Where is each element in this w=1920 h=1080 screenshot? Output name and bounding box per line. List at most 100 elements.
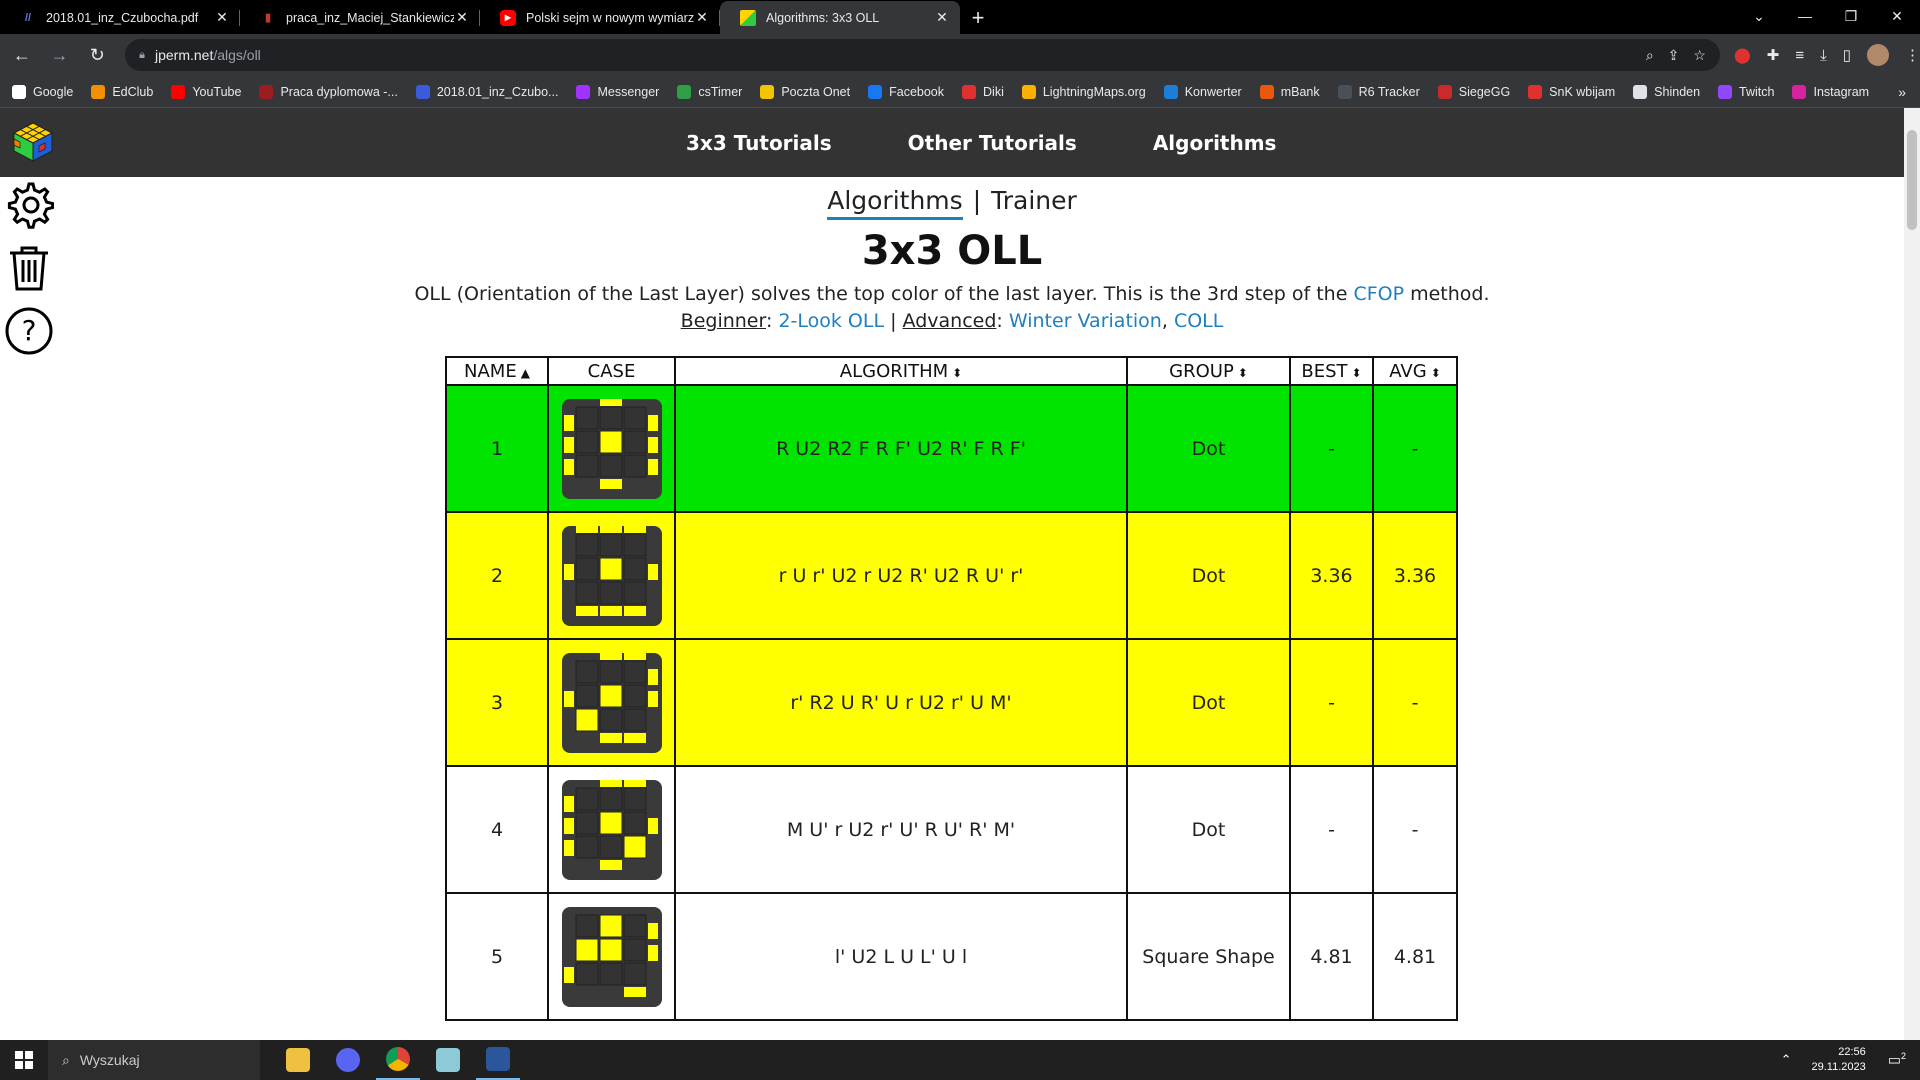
close-icon[interactable]: ✕ (934, 9, 950, 26)
algorithm-text[interactable]: M U' r U2 r' U' R U' R' M' (674, 765, 1128, 894)
bookmark-icon (1633, 84, 1648, 99)
algorithm-text[interactable]: r' R2 U R' U r U2 r' U M' (674, 638, 1128, 767)
new-tab-button[interactable]: + (960, 1, 996, 34)
download-icon[interactable]: ⤓ (1820, 47, 1827, 64)
bookmark-item[interactable]: csTimer (677, 84, 743, 99)
share-icon[interactable]: ⇪ (1668, 47, 1680, 64)
lock-icon[interactable]: 🔒︎ (139, 49, 145, 62)
bookmark-item[interactable]: Google (12, 84, 73, 99)
word-icon[interactable] (476, 1040, 520, 1080)
nav-3x3-tutorials[interactable]: 3x3 Tutorials (686, 131, 832, 155)
bookmarks-overflow-icon[interactable]: » (1898, 84, 1906, 100)
close-icon[interactable]: ✕ (694, 9, 710, 26)
bookmark-item[interactable]: R6 Tracker (1337, 84, 1420, 99)
table-row[interactable]: 5 l' U2 L U L' U l Square Shape 4.81 4.8… (445, 892, 1458, 1021)
header-label: ALGORITHM (839, 360, 949, 382)
vertical-scrollbar[interactable] (1904, 108, 1920, 1040)
taskbar-search[interactable]: ⌕ Wyszukaj (48, 1040, 260, 1080)
url-host: jperm.net (154, 47, 214, 63)
discord-icon[interactable] (326, 1040, 370, 1080)
subnav-trainer[interactable]: Trainer (991, 186, 1077, 215)
address-bar[interactable]: 🔒︎ jperm.net/algs/oll ⌕ ⇪ ☆ (125, 39, 1720, 71)
algorithm-text[interactable]: l' U2 L U L' U l (674, 892, 1128, 1021)
notification-icon[interactable]: ▭2 (1888, 1051, 1906, 1069)
bookmark-label: csTimer (698, 84, 743, 99)
header-name[interactable]: NAME ▲ (445, 356, 549, 386)
beginner-label: Beginner (680, 310, 766, 332)
nav-algorithms[interactable]: Algorithms (1153, 131, 1277, 155)
chevron-up-icon[interactable]: ⌃ (1781, 1052, 1792, 1068)
bookmark-item[interactable]: Instagram (1792, 84, 1869, 99)
group-text: Dot (1126, 384, 1291, 513)
bookmark-item[interactable]: LightningMaps.org (1021, 84, 1146, 99)
subnav-algorithms[interactable]: Algorithms (827, 186, 963, 220)
coll-link[interactable]: COLL (1174, 310, 1223, 332)
header-avg[interactable]: AVG ⬍ (1372, 356, 1458, 386)
tab-pdf[interactable]: // 2018.01_inz_Czubocha.pdf ✕ (0, 1, 240, 34)
bookmark-item[interactable]: mBank (1259, 84, 1320, 99)
bookmark-item[interactable]: YouTube (171, 84, 241, 99)
tab-search-icon[interactable]: ⌄ (1736, 0, 1782, 32)
back-button[interactable]: ← (6, 39, 38, 71)
algorithm-text[interactable]: r U r' U2 r U2 R' U2 R U' r' (674, 511, 1128, 640)
close-window-button[interactable]: ✕ (1874, 0, 1920, 32)
bookmark-star-icon[interactable]: ☆ (1693, 47, 1706, 64)
bookmark-item[interactable]: Poczta Onet (760, 84, 850, 99)
table-row[interactable]: 3 r' R2 U R' U r U2 r' U M' Dot - - (445, 638, 1458, 767)
bookmark-item[interactable]: 2018.01_inz_Czubo... (415, 84, 558, 99)
header-group[interactable]: GROUP ⬍ (1126, 356, 1291, 386)
file-explorer-icon[interactable] (276, 1040, 320, 1080)
start-button[interactable] (0, 1040, 48, 1080)
table-row[interactable]: 1 R U2 R2 F R F' U2 R' F R F' Dot - - (445, 384, 1458, 513)
bookmark-item[interactable]: EdClub (91, 84, 153, 99)
case-name: 5 (445, 892, 549, 1021)
cube-logo-icon[interactable] (12, 121, 54, 163)
zoom-icon[interactable]: ⌕ (1646, 47, 1654, 64)
bookmark-item[interactable]: Konwerter (1163, 84, 1242, 99)
header-best[interactable]: BEST ⬍ (1289, 356, 1374, 386)
two-look-oll-link[interactable]: 2-Look OLL (778, 310, 884, 332)
bookmark-item[interactable]: Shinden (1633, 84, 1700, 99)
winter-variation-link[interactable]: Winter Variation (1009, 310, 1162, 332)
notes-icon[interactable] (426, 1040, 470, 1080)
close-icon[interactable]: ✕ (214, 9, 230, 26)
tab-algorithms[interactable]: Algorithms: 3x3 OLL ✕ (720, 1, 960, 34)
sidepanel-icon[interactable]: ▯ (1843, 46, 1851, 64)
bookmark-item[interactable]: Messenger (576, 84, 659, 99)
chrome-icon[interactable] (376, 1040, 420, 1080)
bookmark-item[interactable]: Twitch (1718, 84, 1774, 99)
nav-other-tutorials[interactable]: Other Tutorials (908, 131, 1077, 155)
close-icon[interactable]: ✕ (454, 9, 470, 26)
cfop-link[interactable]: CFOP (1353, 283, 1404, 305)
restore-button[interactable]: ❐ (1828, 0, 1874, 32)
header-algorithm[interactable]: ALGORITHM ⬍ (674, 356, 1128, 386)
bookmark-item[interactable]: Diki (962, 84, 1004, 99)
menu-icon[interactable]: ⋮ (1905, 46, 1920, 64)
tab-youtube[interactable]: ▶ Polski sejm w nowym wymiarze ✕ (480, 1, 720, 34)
site-navbar: 3x3 Tutorials Other Tutorials Algorithms (0, 108, 1904, 177)
oll-case-1-icon (561, 398, 662, 499)
bookmark-item[interactable]: SiegeGG (1437, 84, 1510, 99)
reload-button[interactable]: ↻ (81, 39, 113, 71)
avatar[interactable] (1867, 44, 1890, 66)
minimize-button[interactable]: — (1782, 0, 1828, 32)
bookmark-item[interactable]: SnK wbijam (1528, 84, 1615, 99)
clock[interactable]: 22:56 29.11.2023 (1812, 1045, 1866, 1075)
bookmark-icon (91, 84, 106, 99)
header-label: GROUP (1169, 360, 1234, 382)
table-row[interactable]: 4 M U' r U2 r' U' R U' R' M' Dot - - (445, 765, 1458, 894)
table-row[interactable]: 2 r U r' U2 r U2 R' U2 R U' r' Dot 3.36 (445, 511, 1458, 640)
bookmark-item[interactable]: Praca dyplomowa -... (259, 84, 398, 99)
scrollbar-thumb[interactable] (1907, 130, 1917, 230)
header-label: AVG (1389, 360, 1427, 382)
media-icon[interactable]: ≡ (1795, 47, 1804, 64)
bookmark-icon (868, 84, 883, 99)
case-diagram (547, 384, 676, 513)
extension-icon[interactable]: ⬤ (1734, 46, 1751, 64)
taskbar-apps (276, 1040, 520, 1080)
bookmark-item[interactable]: Facebook (868, 84, 944, 99)
puzzle-icon[interactable]: ✚ (1767, 46, 1780, 64)
forward-button[interactable]: → (44, 39, 76, 71)
tab-document[interactable]: ▮ praca_inz_Maciej_Stankiewicz_v3 ✕ (240, 1, 480, 34)
algorithm-text[interactable]: R U2 R2 F R F' U2 R' F R F' (674, 384, 1128, 513)
